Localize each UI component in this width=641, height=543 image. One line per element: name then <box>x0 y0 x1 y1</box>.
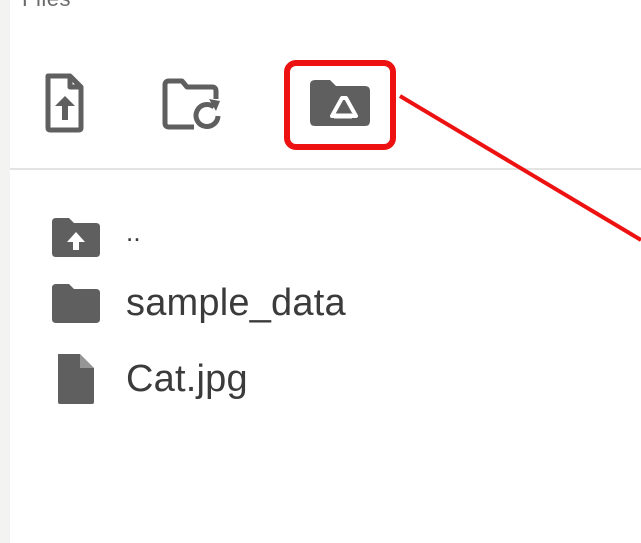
list-item-label: sample_data <box>126 281 346 324</box>
drive-button-highlight <box>284 60 396 150</box>
toolbar-divider <box>10 168 641 170</box>
list-item-sample-data[interactable]: sample_data <box>50 280 346 326</box>
upload-file-button[interactable] <box>36 68 92 138</box>
list-item-label: Cat.jpg <box>126 357 248 400</box>
file-icon <box>50 354 106 404</box>
list-item-cat-jpg[interactable]: Cat.jpg <box>50 354 248 404</box>
refresh-folder-button[interactable] <box>162 68 221 138</box>
parent-folder-icon <box>50 214 106 260</box>
folder-refresh-icon <box>160 75 224 131</box>
panel-title: Files <box>22 0 71 12</box>
upload-file-icon <box>43 73 85 133</box>
list-item-label: .. <box>126 216 141 247</box>
list-item-parent[interactable]: .. <box>50 214 141 260</box>
folder-icon <box>50 280 106 326</box>
